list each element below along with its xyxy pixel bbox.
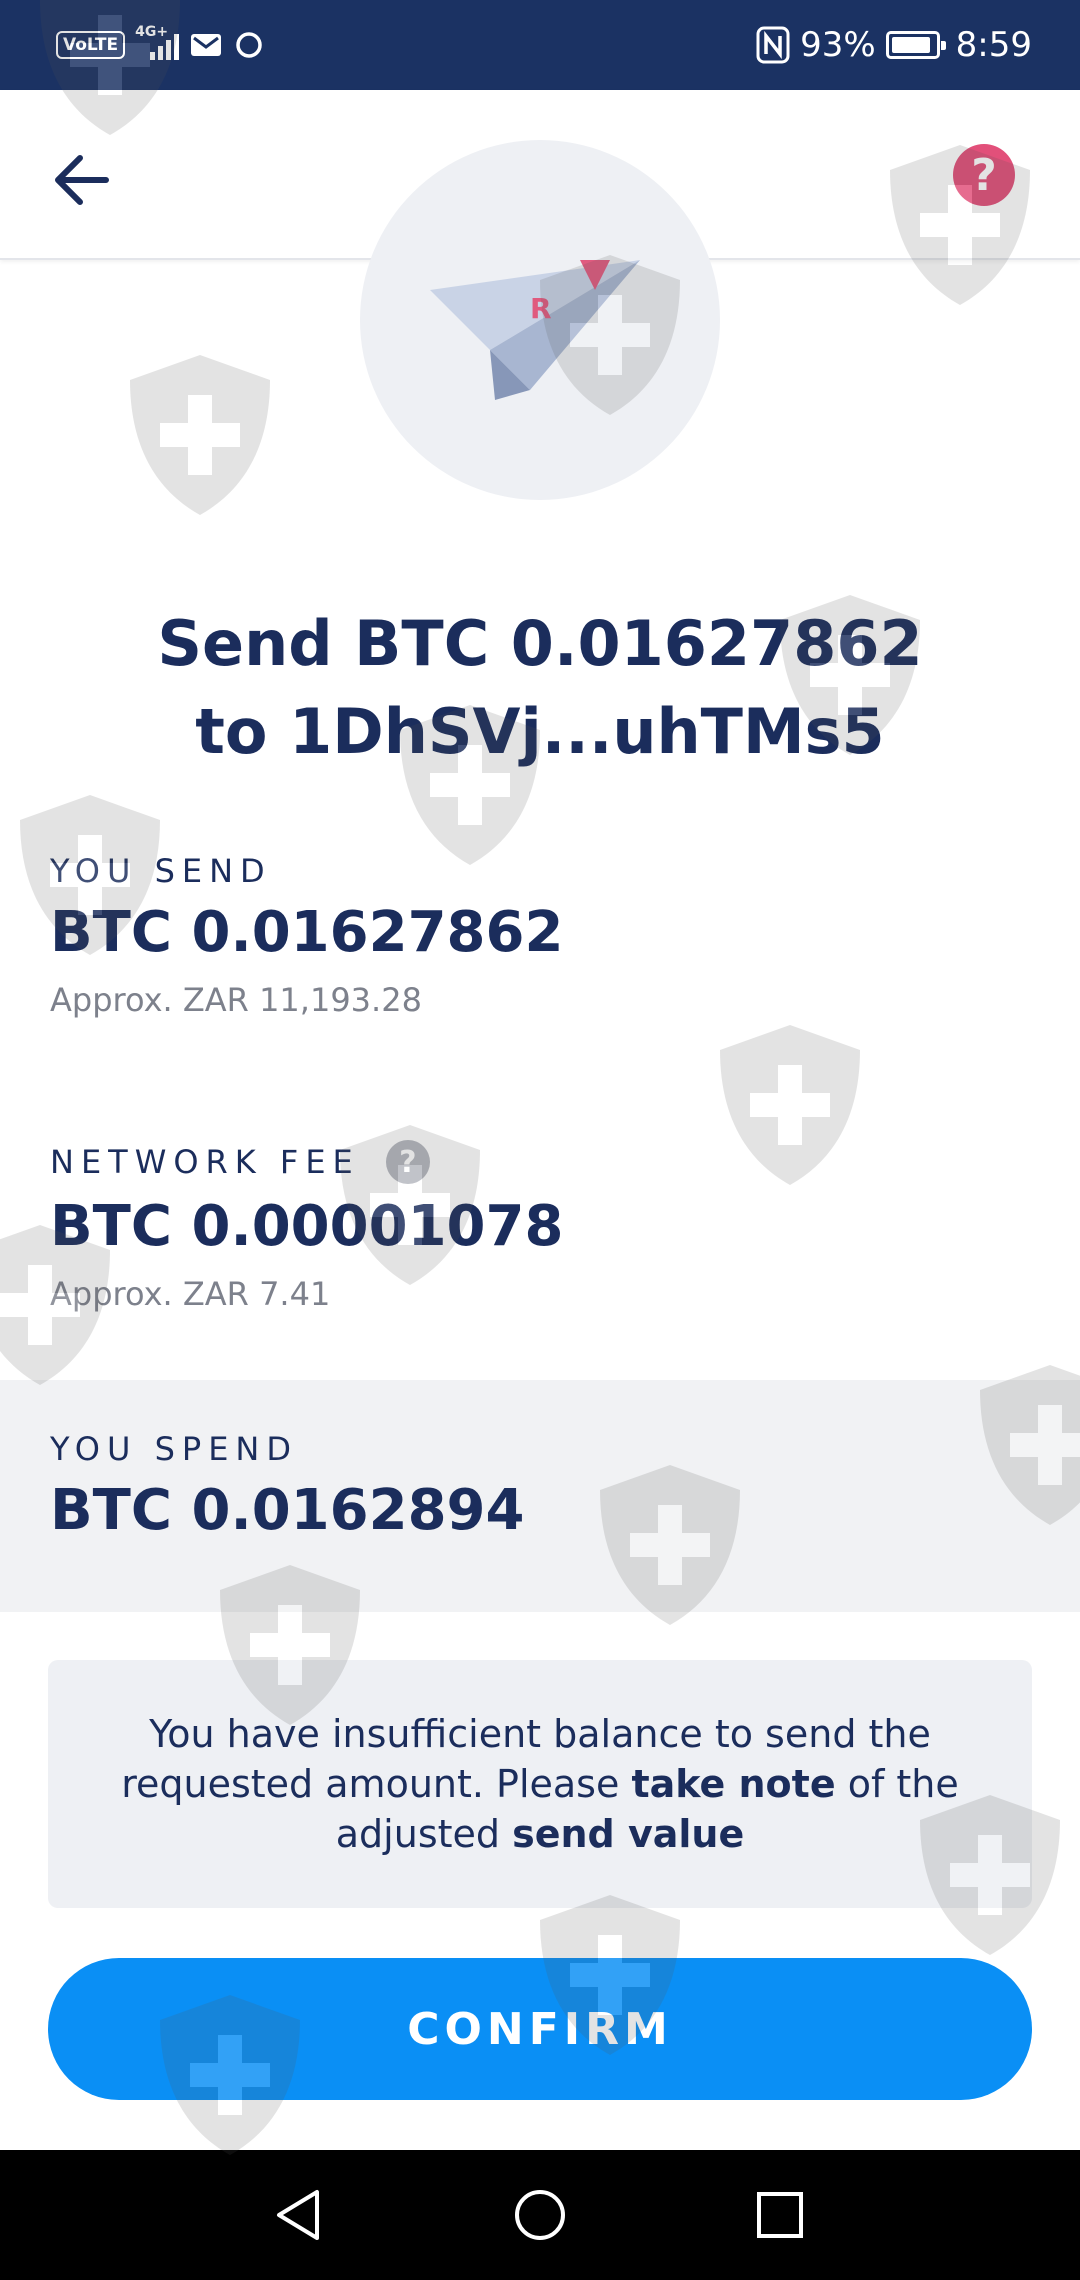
you-spend-section: YOU SPEND BTC 0.0162894 — [50, 1430, 1030, 1543]
confirm-button[interactable]: CONFIRM — [48, 1958, 1032, 2100]
back-button[interactable] — [44, 140, 124, 220]
page-title: Send BTC 0.01627862 to 1DhSVj...uhTMs5 — [60, 600, 1020, 776]
nfc-icon — [756, 26, 790, 64]
you-send-section: YOU SEND BTC 0.01627862 Approx. ZAR 11,1… — [50, 852, 1030, 1019]
you-spend-label: YOU SPEND — [50, 1430, 298, 1468]
status-right-icons: 93% 8:59 — [756, 20, 1032, 70]
network-fee-section: NETWORK FEE ? BTC 0.00001078 Approx. ZAR… — [50, 1140, 1030, 1313]
nav-home-icon[interactable] — [505, 2180, 575, 2250]
notice-emphasis-send-value: send value — [512, 1812, 745, 1856]
navigation-bar — [0, 2150, 1080, 2280]
battery-percent: 93% — [800, 25, 876, 65]
network-fee-help-icon[interactable]: ? — [385, 1140, 430, 1184]
title-line-address: to 1DhSVj...uhTMs5 — [195, 695, 885, 768]
circle-icon — [236, 32, 262, 58]
notice-emphasis-take-note: take note — [631, 1762, 836, 1806]
status-left-icons: VoLTE 4G+ — [56, 22, 265, 68]
arrow-left-icon — [55, 155, 109, 205]
mail-icon — [191, 34, 222, 56]
network-fee-value: BTC 0.00001078 — [50, 1194, 564, 1259]
you-spend-value: BTC 0.0162894 — [50, 1478, 525, 1543]
clock: 8:59 — [955, 25, 1032, 65]
paper-plane-icon: R — [430, 260, 640, 400]
network-fee-label-row: NETWORK FEE ? — [50, 1140, 1030, 1184]
title-line-amount: Send BTC 0.01627862 — [157, 607, 923, 680]
you-send-label: YOU SEND — [50, 852, 272, 890]
insufficient-balance-notice: You have insufficient balance to send th… — [48, 1660, 1032, 1908]
you-send-value: BTC 0.01627862 — [50, 900, 564, 965]
network-fee-label: NETWORK FEE — [50, 1143, 360, 1181]
notice-text: You have insufficient balance to send th… — [88, 1709, 992, 1859]
nav-recents-icon[interactable] — [745, 2180, 815, 2250]
signal-icon: 4G+ — [135, 24, 180, 64]
status-bar: VoLTE 4G+ 93% 8:59 — [0, 0, 1080, 90]
volte-icon: VoLTE — [56, 31, 126, 59]
you-send-approx: Approx. ZAR 11,193.28 — [50, 981, 422, 1019]
nav-back-icon[interactable] — [265, 2180, 335, 2250]
help-button[interactable]: ? — [953, 144, 1015, 206]
network-fee-approx: Approx. ZAR 7.41 — [50, 1275, 331, 1313]
svg-text:R: R — [530, 292, 552, 325]
battery-icon — [885, 31, 946, 59]
watermark-shield-icon — [120, 350, 280, 520]
